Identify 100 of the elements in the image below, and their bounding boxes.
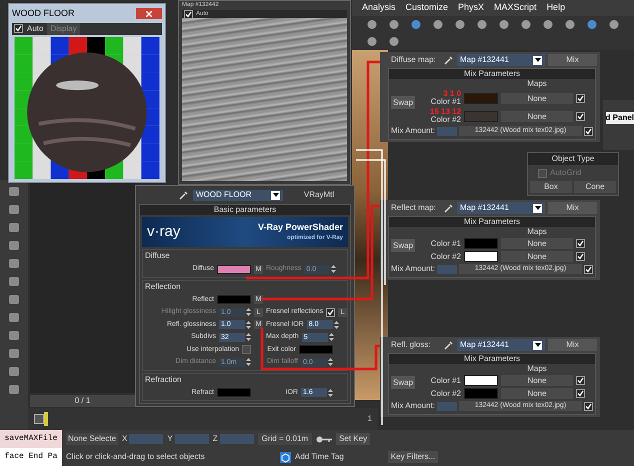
color-swatch[interactable] [299,345,333,354]
checkbox[interactable] [584,126,593,136]
map-dropdown[interactable]: Map #132441 [457,202,545,214]
checkbox[interactable] [326,308,336,317]
checkbox[interactable] [184,10,193,18]
color-swatch[interactable] [464,388,498,399]
eyedropper-icon[interactable] [444,55,454,65]
time-config-icon[interactable] [34,414,44,424]
tool-icon[interactable] [8,384,20,395]
spinner-arrows-icon[interactable] [334,320,339,329]
spinner-arrows-icon[interactable] [246,308,251,316]
coordinate-field[interactable] [129,434,164,444]
tool-icon[interactable] [8,312,20,323]
spinner-arrows-icon[interactable] [331,265,336,274]
tool-icon[interactable] [8,240,20,251]
spinner-arrows-icon[interactable] [246,320,251,329]
map-dropdown[interactable]: Map #132441 [457,54,545,66]
time-marker[interactable] [44,412,48,426]
spinner-arrows-icon[interactable] [246,333,251,342]
map-slot-button[interactable]: None [501,375,574,386]
eyedropper-icon[interactable] [444,340,454,350]
set-key-button[interactable]: Set Key [336,433,370,445]
toolbar-icon[interactable] [542,19,554,30]
toolbar-icon[interactable] [388,36,400,47]
map-slot-button[interactable]: None [501,110,574,122]
spinner-arrows-icon[interactable] [328,333,334,342]
checkbox[interactable] [14,24,23,34]
map-slot-button[interactable]: None [501,251,574,262]
coordinate-field[interactable] [174,434,209,444]
mix-amount-field[interactable] [437,126,458,136]
checkbox[interactable] [576,389,586,398]
material-type-button[interactable]: VRayMtl [287,189,351,201]
menu-item[interactable]: Help [546,1,566,15]
spinner-arrows-icon[interactable] [328,358,333,366]
tool-icon[interactable] [8,222,20,233]
object-type-button[interactable]: Cone [574,181,616,193]
color-swatch[interactable] [217,295,251,304]
checkbox[interactable] [576,112,586,120]
material-dropdown[interactable]: WOOD FLOOR [193,190,283,200]
toolbar-icon[interactable] [410,19,422,30]
checkbox[interactable] [576,94,586,102]
toolbar-icon[interactable] [366,36,378,47]
swap-button[interactable]: Swap [391,238,416,252]
color-swatch[interactable] [464,110,498,122]
map-slot-button[interactable]: None [501,388,574,399]
menu-item[interactable]: PhysX [458,1,484,15]
map-type-button[interactable]: Mix [548,54,597,66]
checkbox[interactable] [576,252,586,261]
checkbox[interactable] [584,264,593,274]
mix-amount-field[interactable] [437,264,458,274]
color-swatch[interactable] [464,251,498,262]
tool-icon[interactable] [8,258,20,269]
checkbox[interactable] [242,345,251,354]
tool-icon[interactable] [8,276,20,287]
toolbar-icon[interactable] [564,19,576,30]
rollout-header[interactable]: Basic parameters [140,205,350,215]
color-swatch[interactable] [464,92,498,104]
toolbar-icon[interactable] [366,19,378,30]
map-slot-button[interactable]: None [501,238,574,249]
checkbox[interactable] [576,376,586,385]
toolbar-icon[interactable] [432,19,444,30]
toolbar-icon[interactable] [454,19,466,30]
menu-item[interactable]: Customize [406,1,448,15]
eyedropper-icon[interactable] [444,203,454,213]
map-type-button[interactable]: Mix [548,339,597,351]
key-icon[interactable] [316,436,332,442]
checkbox[interactable] [576,239,586,248]
tool-icon[interactable] [8,366,20,377]
menu-item[interactable]: Analysis [362,1,396,15]
map-dropdown[interactable]: Map #132441 [457,339,545,351]
spinner-arrows-icon[interactable] [246,358,251,366]
close-button[interactable] [136,8,162,20]
toolbar-icon[interactable] [520,19,532,30]
cube-icon[interactable] [280,452,291,462]
checkbox[interactable] [584,402,593,410]
rollout-header[interactable]: Object Type [528,153,618,165]
menu-item[interactable]: MAXScript [494,1,537,15]
color-swatch[interactable] [464,375,498,386]
add-time-tag[interactable]: Add Time Tag [295,451,344,463]
toolbar-icon[interactable] [476,19,488,30]
tool-icon[interactable] [8,204,20,215]
tool-icon[interactable] [8,186,20,197]
object-type-button[interactable]: Box [530,181,572,193]
swap-button[interactable]: Swap [391,96,416,108]
tool-icon[interactable] [8,294,20,305]
rollout-header[interactable]: Mix Parameters [389,69,595,79]
toolbar-icon[interactable] [388,19,400,30]
toolbar-icon[interactable] [586,19,598,30]
tool-icon[interactable] [8,330,20,341]
toolbar-icon[interactable] [498,19,510,30]
map-type-button[interactable]: Mix [548,202,597,214]
mix-amount-field[interactable] [437,402,458,410]
spinner-arrows-icon[interactable] [328,388,333,397]
rollout-header[interactable]: Mix Parameters [389,354,595,364]
eyedropper-icon[interactable] [179,190,189,200]
key-filters-button[interactable]: Key Filters... [388,451,438,463]
swap-button[interactable]: Swap [391,376,416,388]
color-swatch[interactable] [217,264,251,274]
map-slot-button[interactable]: None [501,92,574,104]
toolbar-icon[interactable] [608,19,620,30]
